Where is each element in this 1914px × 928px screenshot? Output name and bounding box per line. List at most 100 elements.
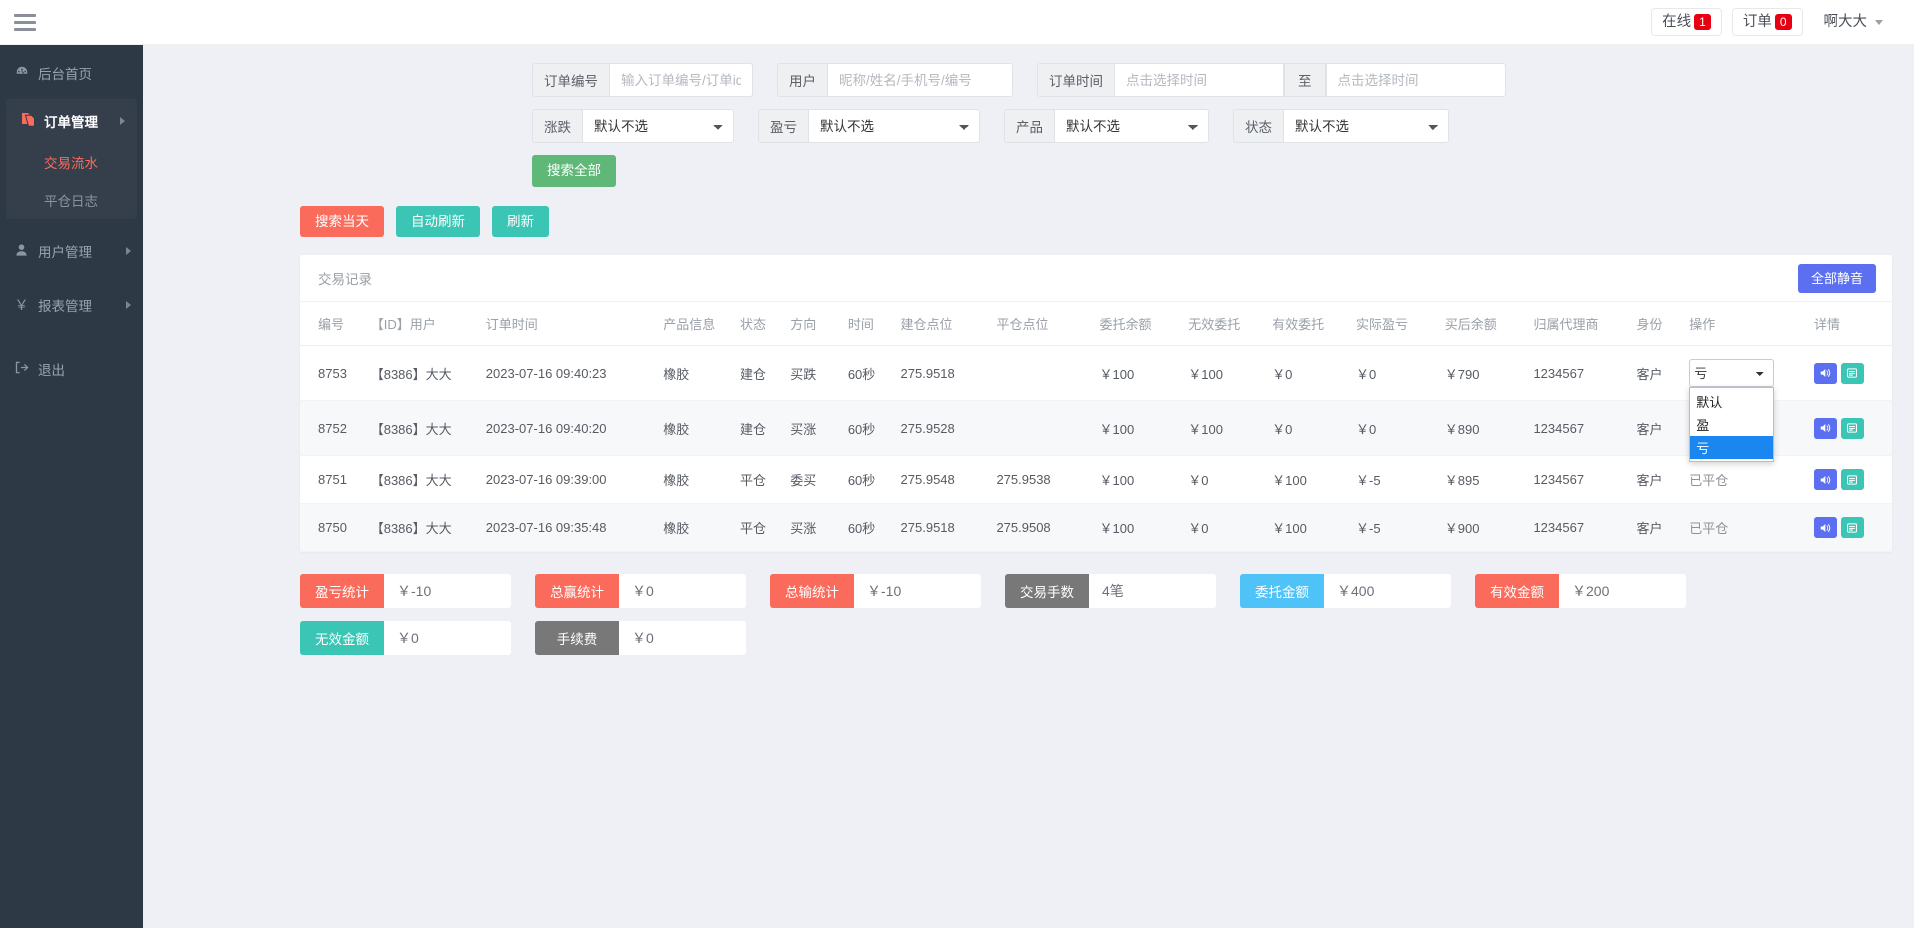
detail-icon[interactable]	[1841, 517, 1864, 538]
cell-open-point: 275.9518	[895, 504, 991, 552]
table-header-cell: 有效委托	[1266, 302, 1350, 346]
stat-label: 总输统计	[770, 574, 854, 608]
status-select[interactable]: 默认不选	[1283, 109, 1449, 143]
rise-fall-label: 涨跌	[532, 109, 582, 143]
profit-loss-select[interactable]: 默认不选	[808, 109, 980, 143]
mute-all-button[interactable]: 全部静音	[1798, 264, 1876, 293]
field-order-time: 订单时间 至	[1037, 63, 1506, 97]
cell-invalid-entrust: ￥0	[1182, 504, 1266, 552]
cell-entrust-balance: ￥100	[1094, 346, 1183, 401]
sidebar-sub-label: 平仓日志	[44, 194, 98, 209]
operation-select-wrapper: 亏默认盈亏	[1689, 359, 1774, 387]
refresh-button[interactable]: 刷新	[492, 206, 549, 238]
operation-dropdown-option[interactable]: 默认	[1690, 390, 1773, 413]
detail-icon[interactable]	[1841, 363, 1864, 384]
cell-product: 橡胶	[657, 346, 734, 401]
search-all-button[interactable]: 搜索全部	[532, 155, 616, 187]
action-buttons-row: 搜索当天 自动刷新 刷新	[143, 206, 1914, 238]
search-today-button[interactable]: 搜索当天	[300, 206, 384, 238]
cell-status: 平仓	[734, 504, 784, 552]
cell-agent: 1234567	[1527, 401, 1630, 456]
chevron-right-icon	[120, 117, 125, 125]
cell-actual-pl: ￥0	[1350, 346, 1439, 401]
cell-duration: 60秒	[842, 401, 895, 456]
orders-count-pill[interactable]: 订单 0	[1732, 8, 1803, 36]
stat-label: 总赢统计	[535, 574, 619, 608]
order-time-end-input[interactable]	[1326, 63, 1506, 97]
order-time-start-input[interactable]	[1114, 63, 1284, 97]
table-header-cell: 买后余额	[1439, 302, 1528, 346]
user-name: 啊大大	[1824, 13, 1868, 31]
operation-dropdown[interactable]: 默认盈亏	[1689, 387, 1774, 462]
topbar-right-group: 在线 1 订单 0 啊大大	[1651, 8, 1894, 36]
transaction-panel: 交易记录 全部静音 编号【ID】用户订单时间产品信息状态方向时间建仓点位平仓点位…	[300, 255, 1892, 552]
stat-value: ￥400	[1324, 574, 1451, 608]
stat-label: 盈亏统计	[300, 574, 384, 608]
cell-detail[interactable]	[1808, 346, 1892, 401]
stat-value: ￥0	[619, 621, 746, 655]
auto-refresh-button[interactable]: 自动刷新	[396, 206, 480, 238]
sound-icon[interactable]	[1814, 517, 1837, 538]
operation-select[interactable]: 亏	[1689, 359, 1774, 387]
stat-item: 盈亏统计￥-10	[300, 574, 511, 608]
order-no-label: 订单编号	[532, 63, 609, 97]
stats-section: 盈亏统计￥-10总赢统计￥0总输统计￥-10交易手数4笔委托金额￥400有效金额…	[300, 574, 1892, 655]
field-rise-fall: 涨跌 默认不选	[532, 109, 734, 143]
cell-operation[interactable]: 已平仓	[1683, 456, 1808, 504]
rise-fall-select[interactable]: 默认不选	[582, 109, 734, 143]
stat-item: 委托金额￥400	[1240, 574, 1451, 608]
cell-product: 橡胶	[657, 401, 734, 456]
table-row[interactable]: 8751【8386】大大2023-07-16 09:39:00橡胶平仓委买60秒…	[300, 456, 1892, 504]
sidebar-item-user-management[interactable]: 用户管理	[0, 229, 143, 273]
cell-user: 【8386】大大	[365, 504, 480, 552]
user-input[interactable]	[827, 63, 1013, 97]
sidebar-item-order-management[interactable]: 订单管理	[6, 99, 137, 143]
sidebar-item-close-log[interactable]: 平仓日志	[6, 181, 137, 219]
cell-detail[interactable]	[1808, 456, 1892, 504]
user-icon	[14, 243, 29, 260]
detail-icon[interactable]	[1841, 418, 1864, 439]
operation-dropdown-option[interactable]: 盈	[1690, 413, 1773, 436]
hamburger-icon[interactable]	[14, 14, 36, 31]
online-count-pill[interactable]: 在线 1	[1651, 8, 1722, 36]
cell-operation[interactable]: 亏默认盈亏	[1683, 346, 1808, 401]
table-header-cell: 方向	[784, 302, 842, 346]
yen-icon: ￥	[14, 295, 29, 315]
stat-item: 总赢统计￥0	[535, 574, 746, 608]
sound-icon[interactable]	[1814, 469, 1837, 490]
table-header-cell: 无效委托	[1182, 302, 1266, 346]
sidebar-item-logout[interactable]: 退出	[0, 347, 143, 391]
field-user: 用户	[777, 63, 1013, 97]
stat-label: 手续费	[535, 621, 619, 655]
orders-badge: 0	[1775, 14, 1792, 30]
table-header-cell: 产品信息	[657, 302, 734, 346]
cell-detail[interactable]	[1808, 504, 1892, 552]
sidebar-item-dashboard[interactable]: 后台首页	[0, 51, 143, 95]
user-menu[interactable]: 啊大大	[1813, 8, 1895, 36]
cell-status: 建仓	[734, 401, 784, 456]
table-row[interactable]: 8753【8386】大大2023-07-16 09:40:23橡胶建仓买跌60秒…	[300, 346, 1892, 401]
sound-icon[interactable]	[1814, 363, 1837, 384]
cell-detail[interactable]	[1808, 401, 1892, 456]
table-header-cell: 编号	[300, 302, 365, 346]
operation-dropdown-option[interactable]: 亏	[1690, 436, 1773, 459]
table-body: 8753【8386】大大2023-07-16 09:40:23橡胶建仓买跌60秒…	[300, 346, 1892, 552]
sidebar-sub-label: 交易流水	[44, 156, 98, 171]
dashboard-icon	[14, 65, 29, 82]
sidebar-item-report-management[interactable]: ￥ 报表管理	[0, 283, 143, 327]
sound-icon[interactable]	[1814, 418, 1837, 439]
cell-identity: 客户	[1631, 504, 1684, 552]
table-row[interactable]: 8752【8386】大大2023-07-16 09:40:20橡胶建仓买涨60秒…	[300, 401, 1892, 456]
order-no-input[interactable]	[609, 63, 753, 97]
cell-product: 橡胶	[657, 504, 734, 552]
sidebar-item-transaction-flow[interactable]: 交易流水	[6, 143, 137, 181]
detail-icon[interactable]	[1841, 469, 1864, 490]
cell-operation[interactable]: 已平仓	[1683, 504, 1808, 552]
table-row[interactable]: 8750【8386】大大2023-07-16 09:35:48橡胶平仓买涨60秒…	[300, 504, 1892, 552]
cell-order-time: 2023-07-16 09:40:20	[480, 401, 657, 456]
cell-invalid-entrust: ￥0	[1182, 456, 1266, 504]
search-all-row: 搜索全部	[143, 155, 1914, 187]
product-select[interactable]: 默认不选	[1054, 109, 1209, 143]
cell-agent: 1234567	[1527, 456, 1630, 504]
cell-status: 建仓	[734, 346, 784, 401]
